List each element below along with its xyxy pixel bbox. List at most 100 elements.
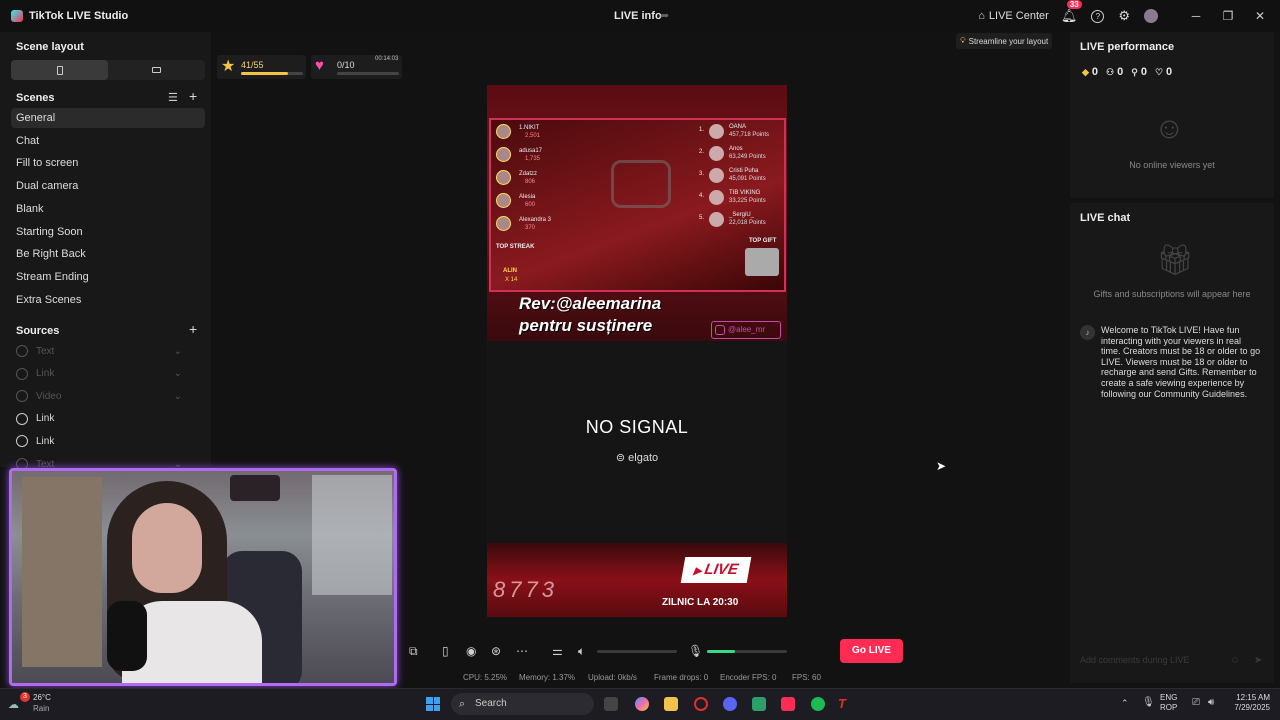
top-gift-car-image xyxy=(745,248,779,276)
live-chat-title: LIVE chat xyxy=(1080,212,1131,224)
maximize-button[interactable]: ❐ xyxy=(1212,9,1244,23)
scene-item[interactable]: General xyxy=(11,108,205,128)
taskbar-search[interactable]: ⌕ Search xyxy=(451,693,594,715)
language-indicator[interactable]: ENG ROP xyxy=(1160,693,1177,713)
scene-item[interactable]: Extra Scenes xyxy=(11,290,205,310)
heart-icon: ♡ xyxy=(1154,66,1164,77)
scene-item[interactable]: Chat xyxy=(11,131,205,151)
file-explorer-icon[interactable] xyxy=(664,697,678,711)
source-item[interactable]: Link ⌄ xyxy=(16,365,206,383)
microphone-icon[interactable]: 🎙︎ xyxy=(688,644,703,658)
send-icon[interactable]: ➤ xyxy=(1254,655,1262,666)
help-icon[interactable]: ? xyxy=(1091,9,1105,23)
network-icon[interactable]: ⎚ xyxy=(1192,697,1200,708)
scene-item[interactable]: Stream Ending xyxy=(11,267,205,287)
comment-input[interactable]: Add comments during LIVE xyxy=(1076,651,1246,669)
leaderboard-name: adusa17 xyxy=(519,148,543,154)
adjustments-icon[interactable]: ⚌ xyxy=(552,644,563,658)
scene-item[interactable]: Blank xyxy=(11,199,205,219)
landscape-icon xyxy=(152,67,161,73)
landscape-layout-button[interactable] xyxy=(108,60,205,80)
share-icon[interactable]: ➦ xyxy=(660,9,669,22)
close-button[interactable]: ✕ xyxy=(1244,9,1276,23)
tiktok-logo-icon xyxy=(11,10,23,22)
source-item[interactable]: Video ⌄ xyxy=(16,387,206,405)
performance-stat: ♡ 0 xyxy=(1155,66,1172,78)
tray-chevron-icon[interactable]: ⌃ xyxy=(1121,698,1129,709)
mic-slider[interactable] xyxy=(707,650,787,653)
layout-toggle[interactable] xyxy=(11,60,205,80)
performance-stat: ⚲ 0 xyxy=(1131,66,1147,78)
scenes-title: Scenes xyxy=(16,92,55,104)
no-signal-text: NO SIGNAL xyxy=(585,417,689,437)
add-source-icon[interactable]: + xyxy=(189,321,197,337)
go-live-button[interactable]: Go LIVE xyxy=(840,639,903,663)
tray-mic-icon[interactable]: 🎙︎ xyxy=(1142,697,1155,708)
webcam-overlay[interactable] xyxy=(9,468,397,686)
live-info-title[interactable]: LIVE info xyxy=(614,10,662,22)
leaderboard-name: OANA xyxy=(729,124,747,130)
more-icon[interactable]: ⋯ xyxy=(516,644,528,658)
profile-avatar[interactable] xyxy=(1144,9,1158,23)
live-chat-panel: LIVE chat 🎁︎ Gifts and subscriptions wil… xyxy=(1070,203,1274,683)
add-scene-icon[interactable]: + xyxy=(189,88,197,104)
mouse-cursor-icon: ➤ xyxy=(936,459,947,473)
clock-time: 12:15 AM xyxy=(1236,693,1270,702)
streamline-layout-button[interactable]: 💡︎ Streamline your layout xyxy=(956,33,1053,49)
language-secondary: ROP xyxy=(1160,703,1178,712)
list-view-icon[interactable]: ☰ xyxy=(168,91,178,104)
speaker-icon[interactable]: 🔈︎ xyxy=(578,644,585,659)
leaderboard-score: 1,735 xyxy=(525,156,541,162)
overlay-counter: 8773 xyxy=(493,577,558,602)
scene-switch-icon[interactable]: ⧉ xyxy=(409,644,418,659)
emoji-icon[interactable]: ☺ xyxy=(1230,655,1240,666)
camera-settings-icon[interactable]: ⊛ xyxy=(491,644,501,658)
chevron-down-icon[interactable]: ⌄ xyxy=(174,368,182,379)
scene-item[interactable]: Dual camera xyxy=(11,176,205,196)
source-label: Link xyxy=(36,368,55,380)
record-icon[interactable]: ◉ xyxy=(466,644,476,658)
tiktok-live-studio-icon[interactable] xyxy=(781,697,795,711)
live-performance-panel: LIVE performance ◆ 0 ⚇ 0 ⚲ 0 ♡ 0 ☺ No online vi… xyxy=(1070,32,1274,198)
leaderboard-rank: 3. xyxy=(699,171,705,177)
source-item[interactable]: Link xyxy=(16,410,206,428)
app-green-icon[interactable] xyxy=(752,697,766,711)
performance-value: 0 xyxy=(1117,66,1124,78)
volume-slider[interactable] xyxy=(597,650,677,653)
discord-icon[interactable] xyxy=(723,697,737,711)
settings-gear-icon[interactable]: ⚙ xyxy=(1118,8,1130,24)
gift-widget[interactable]: ♥ 0/10 00:14:03 xyxy=(311,55,402,79)
source-label: Text xyxy=(36,345,55,357)
webcam-background-wall xyxy=(312,475,392,595)
copilot-icon[interactable] xyxy=(635,697,649,711)
volume-tray-icon[interactable]: 🔊︎ xyxy=(1208,697,1214,708)
stream-preview[interactable]: 1.NIKIT 2,501 adusa17 1,735 Zdatzz 806 Alesia 6… xyxy=(487,85,787,617)
minimize-button[interactable]: ─ xyxy=(1180,9,1212,23)
vertical-phone-icon[interactable]: ▯ xyxy=(442,644,449,658)
preview-bottom-overlay: 8773 ▶ LIVE ZILNIC LA 20:30 xyxy=(487,543,787,617)
scene-item[interactable]: Starting Soon xyxy=(11,222,205,242)
leaderboard-rank: 2. xyxy=(699,149,705,155)
clock[interactable]: 12:15 AM 7/29/2025 xyxy=(1224,693,1270,713)
preview-top-overlay: 1.NIKIT 2,501 adusa17 1,735 Zdatzz 806 Alesia 6… xyxy=(487,85,787,341)
leaderboard-avatar xyxy=(709,168,724,183)
spotify-icon[interactable] xyxy=(811,697,825,711)
scene-item[interactable]: Be Right Back xyxy=(11,244,205,264)
live-performance-title: LIVE performance xyxy=(1080,41,1175,53)
source-item[interactable]: Link xyxy=(16,432,206,450)
task-view-icon[interactable] xyxy=(604,697,618,711)
chevron-down-icon[interactable]: ⌄ xyxy=(174,346,182,357)
chevron-down-icon[interactable]: ⌄ xyxy=(174,391,182,402)
title-bar: TikTok LIVE Studio LIVE info ➦ ⌂ LIVE Ce… xyxy=(0,0,1280,32)
scene-item[interactable]: Fill to screen xyxy=(11,153,205,173)
notifications-button[interactable]: 🔔︎ 33 xyxy=(1061,0,1082,24)
portrait-layout-button[interactable] xyxy=(11,60,108,80)
search-label: Search xyxy=(475,698,507,709)
live-center-button[interactable]: ⌂ LIVE Center xyxy=(978,10,1049,22)
opera-icon[interactable] xyxy=(694,697,708,711)
goal-widget[interactable]: ★ 41/55 xyxy=(217,55,306,79)
leaderboard-name: Cristi Puha xyxy=(729,168,759,174)
text-app-icon[interactable]: T xyxy=(838,697,852,711)
source-item[interactable]: Text ⌄ xyxy=(16,342,206,360)
windows-start-icon[interactable] xyxy=(426,697,440,711)
